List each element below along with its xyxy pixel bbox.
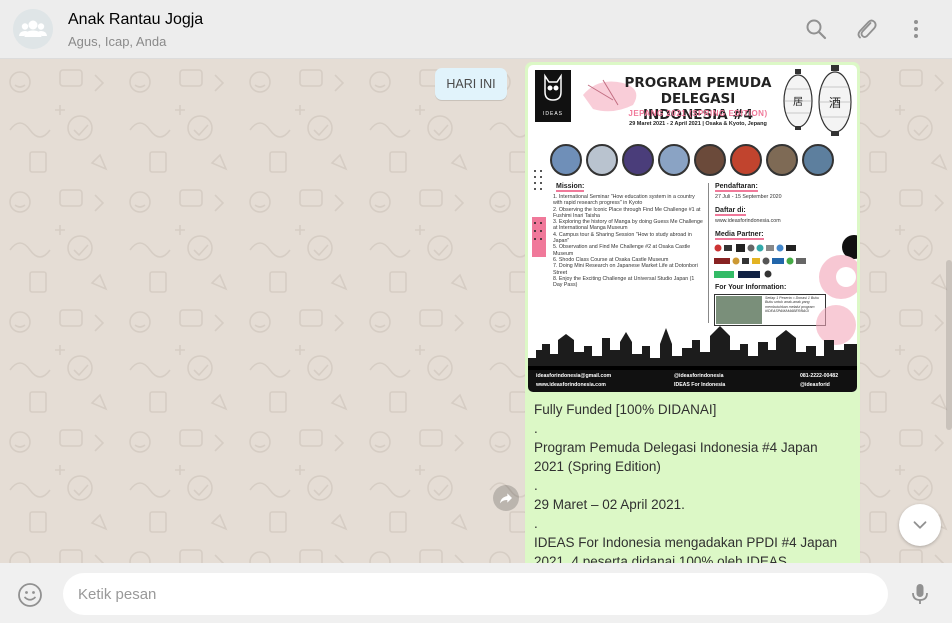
outgoing-message[interactable]: IDEAS PROGRAM PEMUDA DELEGASI INDONESIA … <box>525 62 860 563</box>
photo-circle <box>658 144 690 176</box>
photo-circle <box>622 144 654 176</box>
photo-circle <box>766 144 798 176</box>
mission-list: 1. International Seminar "How education … <box>553 194 703 289</box>
forward-icon[interactable] <box>493 485 519 511</box>
group-avatar-icon[interactable] <box>13 9 53 49</box>
attach-icon[interactable] <box>854 17 878 41</box>
registration-heading: Pendaftaran: <box>715 183 758 192</box>
search-icon[interactable] <box>804 17 828 41</box>
message-input[interactable] <box>63 573 888 615</box>
register-url: www.ideasforindonesia.com <box>715 218 781 224</box>
photo-circle <box>550 144 582 176</box>
chat-participants: Agus, Icap, Anda <box>68 34 167 49</box>
chevron-down-icon <box>913 521 927 529</box>
message-composer <box>0 563 952 623</box>
lantern-icon: 居 <box>783 69 813 130</box>
ideas-logo: IDEAS <box>535 70 571 122</box>
chat-title[interactable]: Anak Rantau Jogja <box>68 11 203 29</box>
register-at-heading: Daftar di: <box>715 207 746 216</box>
message-image[interactable]: IDEAS PROGRAM PEMUDA DELEGASI INDONESIA … <box>528 65 857 392</box>
svg-text:居: 居 <box>793 96 803 108</box>
chat-scrollbar[interactable] <box>944 60 952 563</box>
column-divider <box>708 183 709 323</box>
message-text: Fully Funded [100% DIDANAI] . Program Pe… <box>534 402 838 563</box>
photo-circle <box>802 144 834 176</box>
media-partner-logos <box>714 244 806 278</box>
emoji-icon[interactable] <box>17 582 43 608</box>
lantern-icon: 酒 <box>818 65 852 136</box>
mission-heading: Mission: <box>556 183 585 192</box>
scrollbar-thumb[interactable] <box>946 260 952 430</box>
media-partner-heading: Media Partner: <box>715 231 764 240</box>
info-heading: For Your Information: <box>715 284 787 291</box>
menu-icon[interactable] <box>904 17 928 41</box>
photo-circle <box>694 144 726 176</box>
poster-dates: 29 Maret 2021 - 2 April 2021 | Osaka & K… <box>629 121 767 127</box>
microphone-icon[interactable] <box>908 582 932 606</box>
svg-text:酒: 酒 <box>829 96 841 110</box>
chat-header: Anak Rantau Jogja Agus, Icap, Anda <box>0 0 952 59</box>
skyline-illustration <box>528 326 857 372</box>
dots-decoration <box>532 170 546 257</box>
photo-circle <box>586 144 618 176</box>
scroll-down-button[interactable] <box>899 504 941 546</box>
registration-dates: 27 Juli - 15 September 2020 <box>715 194 782 200</box>
poster-edition: JEPANG 2021 (SPRING EDITION) <box>628 109 768 118</box>
photo-circle <box>730 144 762 176</box>
date-chip: HARI INI <box>435 68 507 100</box>
chat-area[interactable]: HARI INI IDEAS PROGRAM PEMUDA DELEGASI I… <box>0 60 952 563</box>
poster-footer: ideasforindonesia@gmail.com www.ideasfor… <box>528 370 857 392</box>
